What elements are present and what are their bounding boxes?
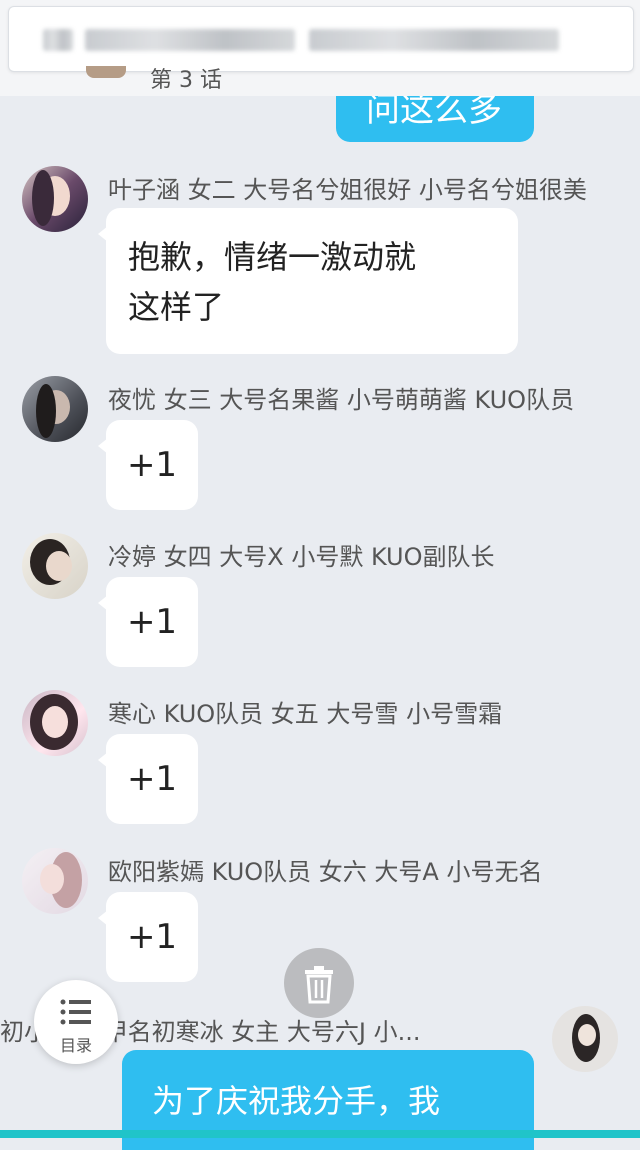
- menu-list-icon: [60, 999, 91, 1025]
- sender-name: 夜忧 女三 大号名果酱 小号萌萌酱 KUO队员: [108, 386, 575, 414]
- avatar[interactable]: [22, 166, 88, 232]
- avatar[interactable]: [22, 376, 88, 442]
- sender-name: 冷婷 女四 大号X 小号默 KUO副队长: [108, 543, 495, 571]
- message-bubble: +1: [98, 734, 198, 824]
- blurred-text: [85, 29, 295, 51]
- search-bar[interactable]: [8, 6, 634, 72]
- delete-button[interactable]: [284, 948, 354, 1018]
- avatar[interactable]: [22, 533, 88, 599]
- sender-name: 叶子涵 女二 大号名兮姐很好 小号名兮姐很美: [108, 176, 587, 204]
- trash-icon: [305, 966, 333, 1004]
- chapter-title: 第 3 话: [150, 68, 222, 93]
- avatar[interactable]: [22, 690, 88, 756]
- blurred-text: [309, 29, 559, 51]
- top-bar: [0, 0, 640, 96]
- avatar[interactable]: [552, 1006, 618, 1072]
- message-bubble: +1: [98, 892, 198, 982]
- previous-avatar: [86, 66, 126, 78]
- sender-name: 欧阳紫嫣 KUO队员 女六 大号A 小号无名: [108, 858, 543, 886]
- message-bubble: 抱歉，情绪一激动就 这样了: [98, 208, 518, 354]
- bottom-accent-strip: [0, 1130, 640, 1138]
- catalog-button[interactable]: 目录: [34, 980, 118, 1064]
- catalog-label: 目录: [59, 1036, 92, 1055]
- sent-message-text: 为了庆祝我分手，我: [152, 1082, 441, 1120]
- blurred-icon: [43, 29, 73, 51]
- avatar[interactable]: [22, 848, 88, 914]
- message-bubble: +1: [98, 577, 198, 667]
- sender-name: 寒心 KUO队员 女五 大号雪 小号雪霜: [108, 700, 503, 728]
- message-bubble: +1: [98, 420, 198, 510]
